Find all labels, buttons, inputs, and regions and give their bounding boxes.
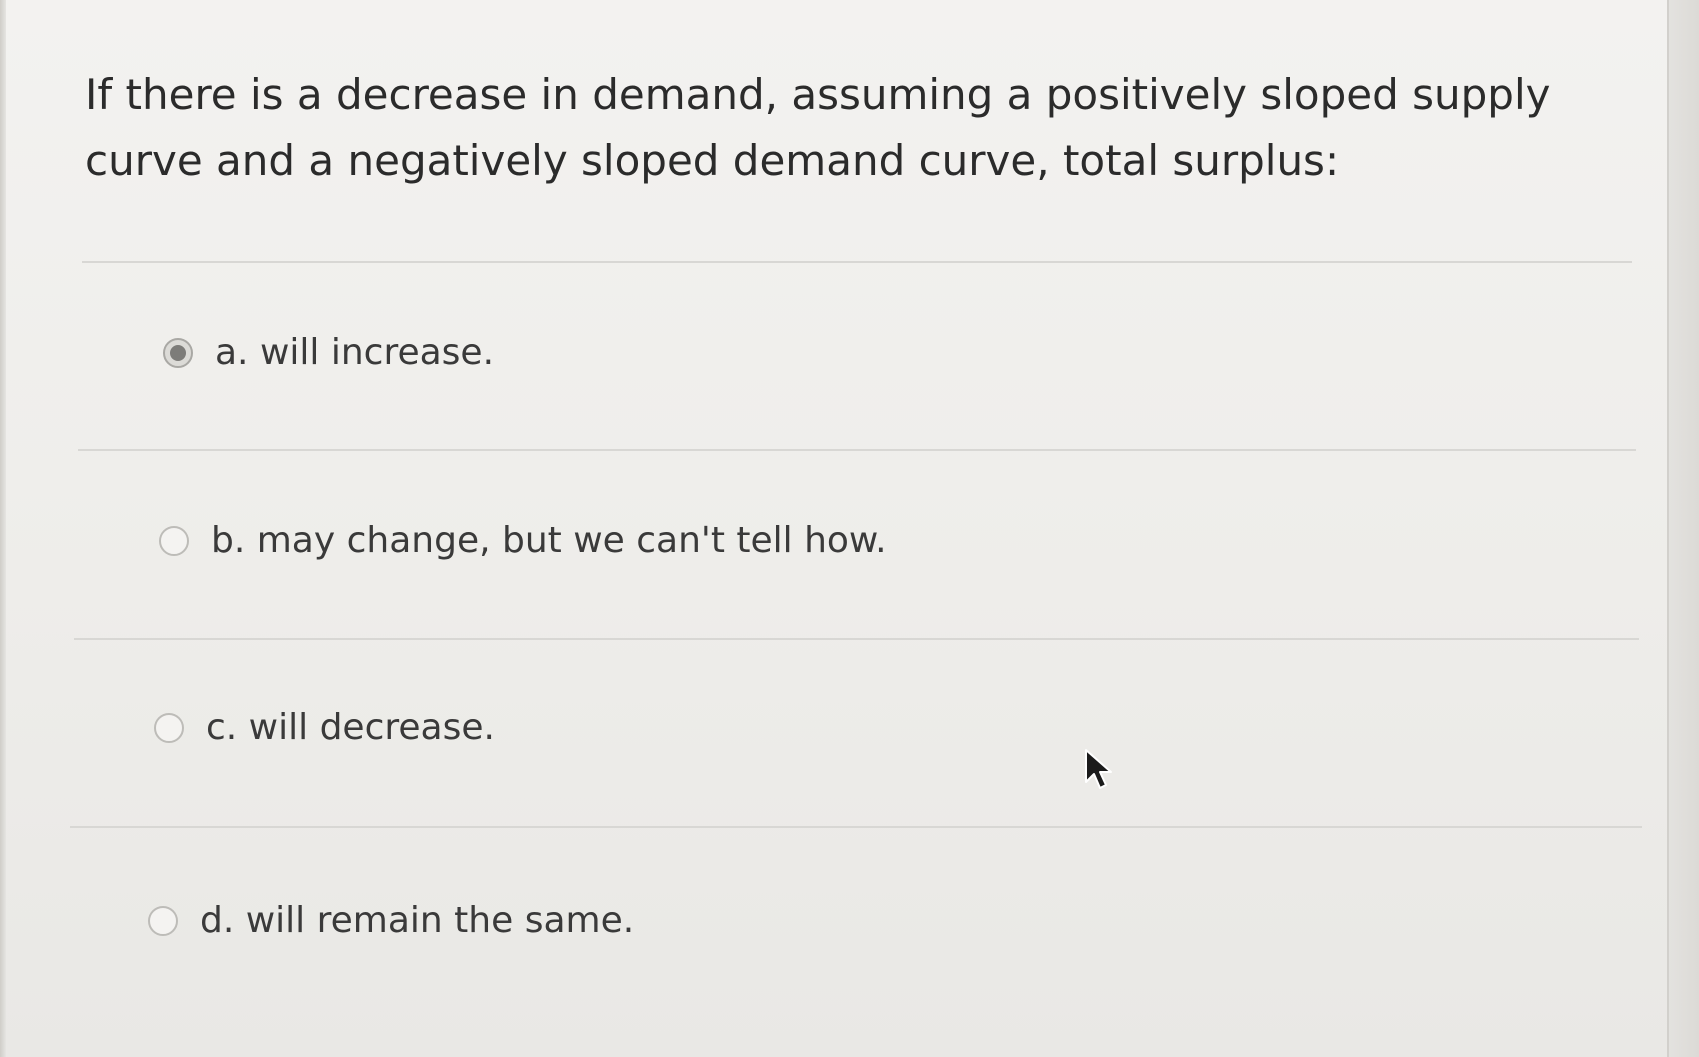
- mouse-pointer-icon: [1085, 749, 1112, 789]
- option-b-label: b. may change, but we can't tell how.: [211, 520, 887, 561]
- radio-selected-dot: [170, 344, 186, 361]
- question-panel: If there is a decrease in demand, assumi…: [6, 0, 1671, 1057]
- option-d[interactable]: d. will remain the same.: [148, 900, 634, 941]
- screen-edge-right: [1667, 0, 1699, 1057]
- option-b[interactable]: b. may change, but we can't tell how.: [159, 520, 887, 561]
- radio-button-icon[interactable]: [159, 525, 189, 556]
- radio-button-icon[interactable]: [163, 337, 193, 368]
- radio-button-icon[interactable]: [148, 905, 178, 936]
- divider: [70, 826, 1642, 828]
- option-c-label: c. will decrease.: [206, 707, 495, 748]
- divider: [82, 261, 1632, 263]
- option-d-label: d. will remain the same.: [200, 900, 635, 941]
- question-text: If there is a decrease in demand, assumi…: [85, 70, 1551, 185]
- option-c[interactable]: c. will decrease.: [154, 707, 495, 748]
- radio-button-icon[interactable]: [154, 712, 184, 743]
- divider: [74, 638, 1639, 640]
- option-a[interactable]: a. will increase.: [163, 332, 494, 373]
- option-a-label: a. will increase.: [215, 332, 495, 373]
- divider: [78, 449, 1636, 451]
